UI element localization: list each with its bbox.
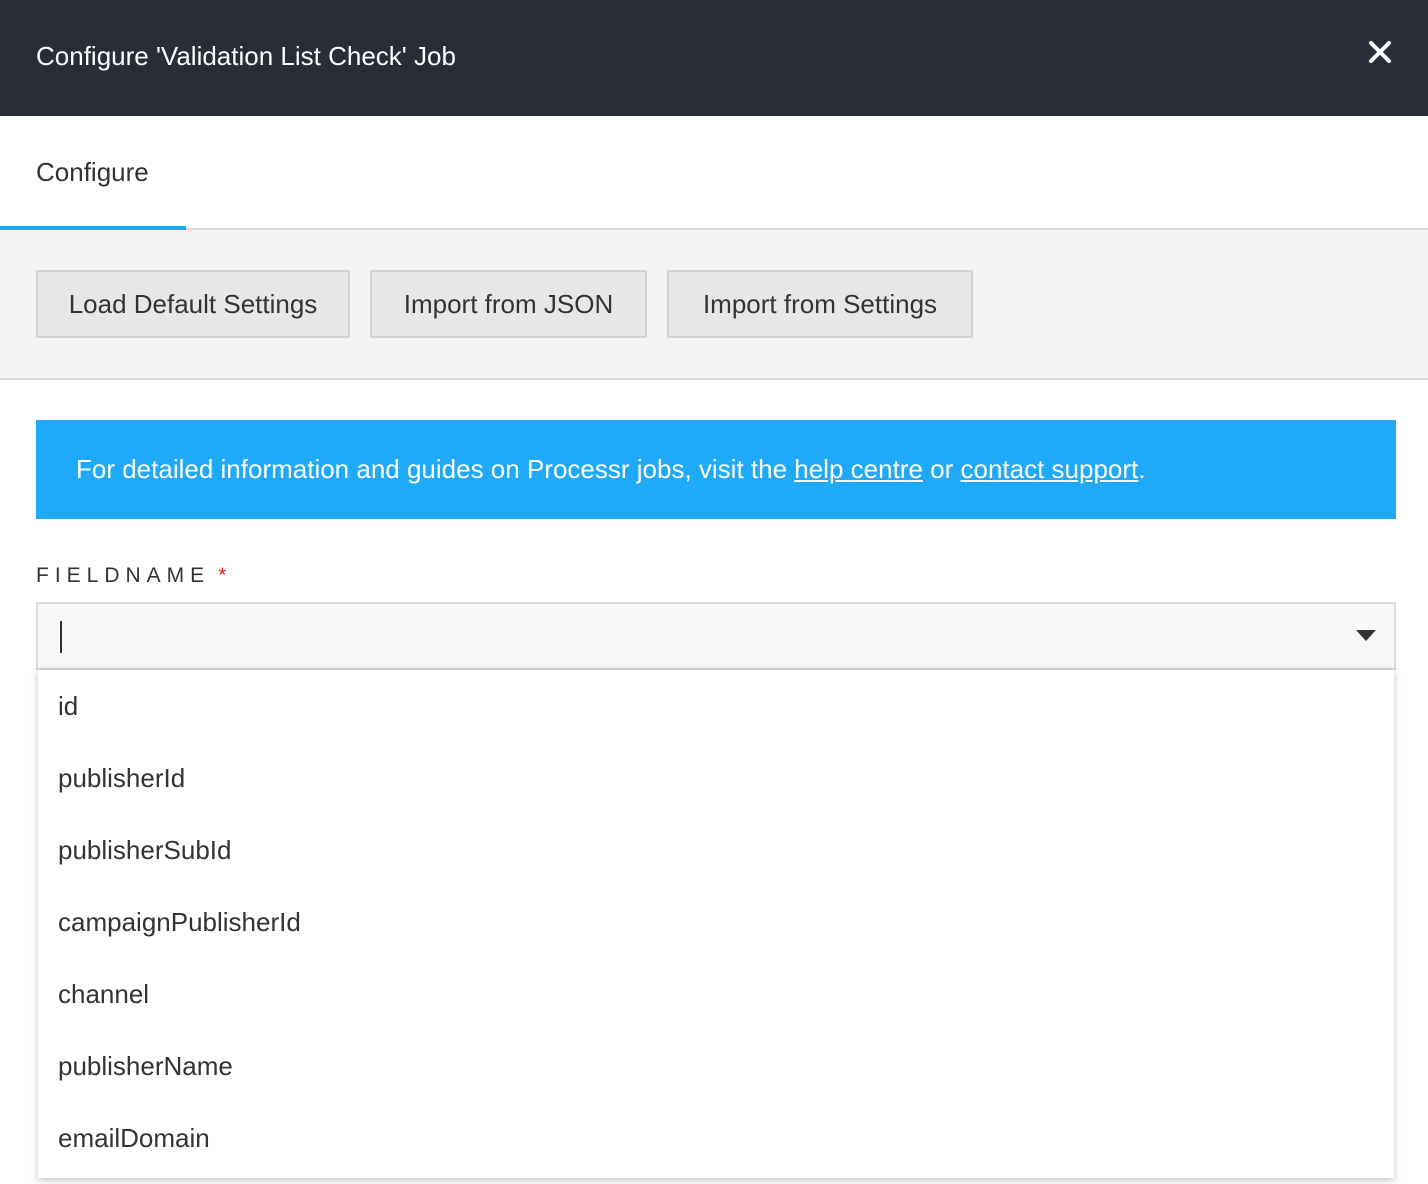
fieldname-dropdown-menu: id publisherId publisherSubId campaignPu… xyxy=(38,670,1394,1178)
tab-configure-label: Configure xyxy=(36,157,149,187)
close-icon xyxy=(1369,41,1391,63)
option-publishername[interactable]: publisherName xyxy=(38,1030,1394,1102)
modal-header: Configure 'Validation List Check' Job xyxy=(0,0,1428,116)
required-marker: * xyxy=(218,564,233,587)
info-text-suffix: . xyxy=(1138,454,1146,484)
option-publishersubid[interactable]: publisherSubId xyxy=(38,814,1394,886)
text-cursor xyxy=(60,621,62,653)
fieldname-select[interactable] xyxy=(36,602,1396,670)
tab-configure[interactable]: Configure xyxy=(0,116,186,230)
import-from-settings-button[interactable]: Import from Settings xyxy=(667,270,973,338)
contact-support-link[interactable]: contact support xyxy=(961,454,1139,484)
option-emaildomain[interactable]: emailDomain xyxy=(38,1102,1394,1174)
dropdown-arrow-icon[interactable] xyxy=(1356,630,1376,642)
settings-toolbar: Load Default Settings Import from JSON I… xyxy=(0,230,1428,380)
info-text-middle: or xyxy=(922,454,961,484)
fieldname-input[interactable] xyxy=(58,618,1318,656)
info-banner: For detailed information and guides on P… xyxy=(36,420,1396,519)
help-centre-link[interactable]: help centre xyxy=(794,454,923,484)
fieldname-label: FIELDNAME * xyxy=(36,563,232,589)
info-text-prefix: For detailed information and guides on P… xyxy=(76,454,795,484)
option-publisherid[interactable]: publisherId xyxy=(38,742,1394,814)
tab-bar: Configure xyxy=(0,116,1428,230)
close-button[interactable] xyxy=(1366,36,1398,72)
option-campaignpublisherid[interactable]: campaignPublisherId xyxy=(38,886,1394,958)
import-from-json-button[interactable]: Import from JSON xyxy=(370,270,647,338)
option-channel[interactable]: channel xyxy=(38,958,1394,1030)
load-default-settings-button[interactable]: Load Default Settings xyxy=(36,270,350,338)
modal-title: Configure 'Validation List Check' Job xyxy=(36,41,456,71)
option-id[interactable]: id xyxy=(38,670,1394,742)
fieldname-label-text: FIELDNAME xyxy=(36,564,211,587)
